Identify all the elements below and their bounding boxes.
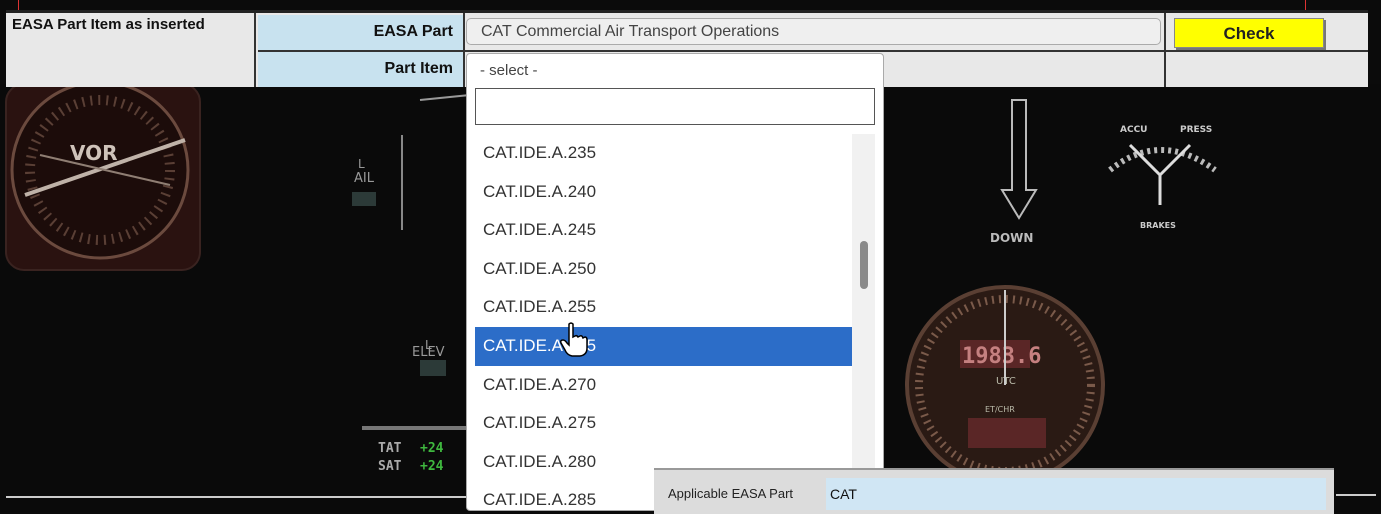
dropdown-option[interactable]: CAT.IDE.A.250 — [475, 250, 852, 289]
dropdown-option[interactable]: CAT.IDE.A.255 — [475, 288, 852, 327]
tat-sat-readout: TAT +24 SAT +24 — [362, 426, 466, 474]
svg-text:+24: +24 — [420, 459, 444, 474]
brake-pressure-gauge: ACCU PRESS BRAKES — [1108, 125, 1217, 230]
dropdown-option[interactable]: CAT.IDE.A.235 — [475, 134, 852, 173]
dropdown-option[interactable]: CAT.IDE.A.275 — [475, 404, 852, 443]
vor-text: VOR — [70, 141, 118, 165]
dropdown-option[interactable]: CAT.IDE.A.240 — [475, 173, 852, 212]
easa-part-select[interactable]: CAT Commercial Air Transport Operations — [466, 18, 1161, 45]
svg-text:SAT: SAT — [378, 459, 402, 474]
dropdown-scrollbar-track[interactable] — [852, 134, 875, 509]
svg-text:TAT: TAT — [378, 441, 402, 456]
svg-text:+24: +24 — [420, 441, 444, 456]
dropdown-search-input[interactable] — [475, 88, 875, 125]
gear-down-indicator: DOWN — [990, 99, 1038, 245]
aileron-indicator: L AIL L ELEV — [352, 93, 471, 376]
svg-text:ET/CHR: ET/CHR — [985, 405, 1015, 414]
footer-divider-right — [1336, 494, 1376, 496]
part-item-dropdown[interactable]: - select - CAT.IDE.A.235 CAT.IDE.A.240 CAT… — [466, 53, 884, 511]
dropdown-option[interactable]: CAT.IDE.A.245 — [475, 211, 852, 250]
dropdown-option[interactable]: CAT.IDE.A.270 — [475, 366, 852, 405]
applicable-part-label: Applicable EASA Part — [668, 486, 794, 501]
frame-edge-right — [1305, 0, 1306, 10]
svg-text:L: L — [358, 157, 365, 171]
dropdown-option[interactable]: CAT.IDE.A.265 — [475, 326, 852, 366]
dropdown-option-list: CAT.IDE.A.235 CAT.IDE.A.240 CAT.IDE.A.245 C… — [475, 134, 852, 510]
svg-text:ACCU: ACCU — [1120, 125, 1147, 135]
applicable-part-panel: Applicable EASA Part CAT — [654, 468, 1334, 514]
svg-text:AIL: AIL — [354, 171, 375, 186]
part-item-label: Part Item — [258, 52, 463, 87]
frame-edge-left — [18, 0, 19, 10]
svg-text:DOWN: DOWN — [990, 231, 1033, 245]
part-item-selected-value[interactable]: - select - — [480, 62, 538, 79]
applicable-part-value: CAT — [826, 478, 1326, 510]
footer-divider — [6, 496, 466, 498]
vor-gauge: VOR — [5, 84, 201, 271]
svg-text:BRAKES: BRAKES — [1140, 221, 1176, 230]
clock-gauge: 1983.6 UTC ET/CHR — [905, 285, 1105, 485]
easa-part-label: EASA Part — [258, 15, 463, 50]
svg-text:1983.6: 1983.6 — [962, 344, 1041, 369]
form-title: EASA Part Item as inserted — [6, 13, 256, 87]
svg-text:PRESS: PRESS — [1180, 125, 1212, 135]
hand-pointer-icon — [560, 322, 590, 363]
svg-text:ELEV: ELEV — [412, 345, 445, 360]
dropdown-scrollbar-thumb[interactable] — [860, 241, 868, 289]
check-button[interactable]: Check — [1174, 18, 1324, 48]
